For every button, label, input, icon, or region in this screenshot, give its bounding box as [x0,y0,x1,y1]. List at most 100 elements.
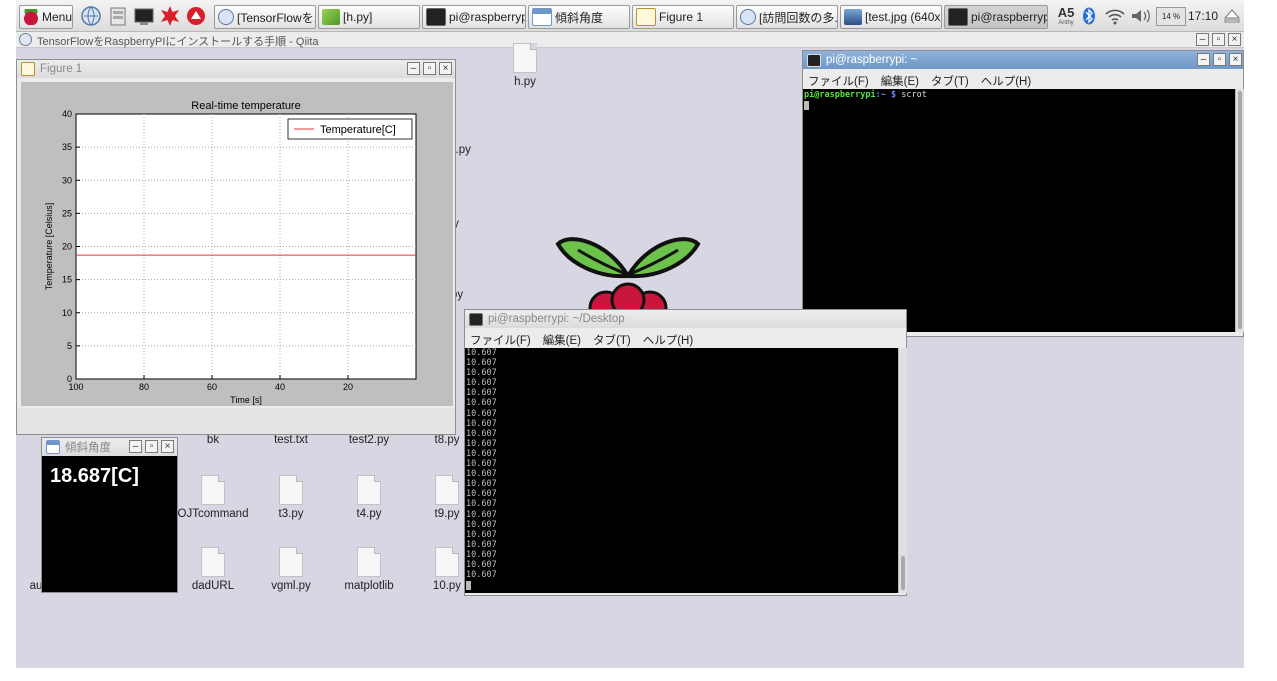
maximize-button[interactable]: ▫ [1212,33,1225,46]
window-title: pi@raspberrypi: ~/Desktop [488,313,625,325]
task-figure[interactable]: Figure 1 [632,5,734,29]
icon-label: test.txt [274,434,308,446]
terminal-home-titlebar[interactable]: pi@raspberrypi: ~ – ▫ × [803,51,1243,69]
maximize-button[interactable]: ▫ [423,62,436,75]
wolfram-icon[interactable] [185,5,207,27]
menu-label: Menu [42,10,73,24]
menu-help[interactable]: ヘルプ(H) [643,332,693,348]
y-axis-label: Temperature [Celsius] [44,203,54,291]
scrollbar[interactable] [898,348,907,593]
desktop-icon-h-py[interactable]: h.py [487,43,563,88]
tilt-window-titlebar[interactable]: 傾斜角度 – ▫ × [42,438,177,456]
terminal-output-line: 10.607 [466,469,497,480]
desktop-icon-t3-py[interactable]: t3.py [253,475,329,520]
minimize-button[interactable]: – [407,62,420,75]
terminal-output-line: 10.607 [466,559,497,570]
mathematica-icon[interactable] [159,5,181,27]
matplotlib-icon [21,62,35,76]
browser-launcher-icon[interactable] [80,5,102,27]
terminal-desktop-window[interactable]: pi@raspberrypi: ~/Desktop ファイル(F) 編集(E) … [464,309,907,596]
menu-button[interactable]: Menu [19,5,73,29]
cpu-monitor[interactable]: 14 % [1156,7,1186,26]
eject-icon[interactable] [1223,7,1241,25]
icon-label: dadURL [191,580,235,592]
terminal-icon [426,8,446,26]
icon-label: vgml.py [271,580,311,592]
terminal-output-line: 10.607 [466,428,497,439]
desktop-icon-bk[interactable]: bk [175,434,251,446]
image-icon [844,9,862,25]
close-button[interactable]: × [1228,33,1241,46]
close-button[interactable]: × [439,62,452,75]
wifi-icon[interactable] [1104,7,1126,25]
file-manager-icon[interactable] [107,5,129,27]
minimize-button[interactable]: – [1197,53,1210,66]
input-method-indicator[interactable]: A5 Anthy [1054,5,1078,29]
desktop-icon-vgml-py[interactable]: vgml.py [253,547,329,592]
tick-label-x: 100 [68,382,83,392]
scrollbar-thumb[interactable] [1238,91,1242,329]
menu-file[interactable]: ファイル(F) [808,73,869,89]
maximize-button[interactable]: ▫ [1213,53,1226,66]
task-terminal-1[interactable]: pi@raspberrypi... [422,5,526,29]
icon-label: t3.py [278,508,304,520]
terminal-home-window[interactable]: pi@raspberrypi: ~ – ▫ × ファイル(F) 編集(E) タブ… [802,50,1244,337]
browser-title: TensorFlowをRaspberryPIにインストールする手順 - Qiit… [37,36,319,48]
desktop-icon-dadurl[interactable]: dadURL [175,547,251,592]
figure-window[interactable]: Figure 1 – ▫ × 0 5 10 15 20 25 30 35 40 100 80 60 40… [16,59,456,435]
terminal-desktop-output[interactable]: 10.607 10.607 10.607 10.607 10.607 10.607 10.6… [465,348,899,593]
input-method-sub: Anthy [1058,20,1074,26]
task-browser[interactable]: [TensorFlowを... [214,5,316,29]
tilt-window[interactable]: 傾斜角度 – ▫ × 18.687[C] [41,437,178,593]
minimize-button[interactable]: – [1196,33,1209,46]
browser-window-titlebar[interactable]: TensorFlowをRaspberryPIにインストールする手順 - Qiit… [16,32,1244,48]
figure-window-titlebar[interactable]: Figure 1 – ▫ × [17,60,455,78]
tick-label-y: 5 [67,341,72,351]
scrollbar-thumb[interactable] [901,556,905,590]
window-title: 傾斜角度 [65,442,111,454]
menu-file[interactable]: ファイル(F) [470,332,531,348]
tick-label-y: 10 [62,308,72,318]
terminal-icon [948,8,968,26]
menu-help[interactable]: ヘルプ(H) [981,73,1031,89]
legend-label: Temperature[C] [320,124,396,136]
terminal-home-output[interactable]: pi@raspberrypi:~ $ scrot [803,89,1235,332]
desktop-icon-test2-py[interactable]: test2.py [331,434,407,446]
maximize-button[interactable]: ▫ [145,440,158,453]
bluetooth-icon[interactable] [1082,7,1096,25]
scrollbar[interactable] [1235,89,1244,332]
close-button[interactable]: × [161,440,174,453]
task-label: pi@raspberrypi... [971,10,1047,24]
task-editor[interactable]: [h.py] [318,5,420,29]
task-tilt-window[interactable]: 傾斜角度 [528,5,630,29]
menu-edit[interactable]: 編集(E) [543,332,581,348]
file-icon [513,43,537,73]
task-image-viewer[interactable]: [test.jpg (640x... [840,5,942,29]
terminal-output-line: 10.607 [466,519,497,530]
figure-canvas: 0 5 10 15 20 25 30 35 40 100 80 60 40 20 Real-time tem… [21,82,453,406]
terminal-output-line: 10.607 [466,529,497,540]
task-browser-2[interactable]: [訪問回数の多... [736,5,838,29]
terminal-launcher-icon[interactable] [133,5,155,27]
close-button[interactable]: × [1229,53,1242,66]
terminal-desktop-titlebar[interactable]: pi@raspberrypi: ~/Desktop [465,310,906,328]
tick-label-y: 40 [62,109,72,119]
menu-tabs[interactable]: タブ(T) [593,332,631,348]
task-label: 傾斜角度 [555,10,604,25]
task-terminal-2[interactable]: pi@raspberrypi... [944,5,1048,29]
tick-label-y: 20 [62,242,72,252]
terminal-output-line: 10.607 [466,368,497,379]
terminal-output-line: 10.607 [466,479,497,490]
volume-icon[interactable] [1130,7,1152,25]
menu-tabs[interactable]: タブ(T) [931,73,969,89]
desktop-icon-ojtcommand[interactable]: OJTcommand [175,475,251,520]
desktop-icon-matplotlib[interactable]: matplotlib [331,547,407,592]
desktop-icon-t4-py[interactable]: t4.py [331,475,407,520]
menu-edit[interactable]: 編集(E) [881,73,919,89]
minimize-button[interactable]: – [129,440,142,453]
clock[interactable]: 17:10 [1188,9,1224,25]
globe-icon [740,9,756,25]
terminal-command: scrot [901,90,927,100]
file-icon [279,547,303,577]
desktop-icon-test-txt[interactable]: test.txt [253,434,329,446]
